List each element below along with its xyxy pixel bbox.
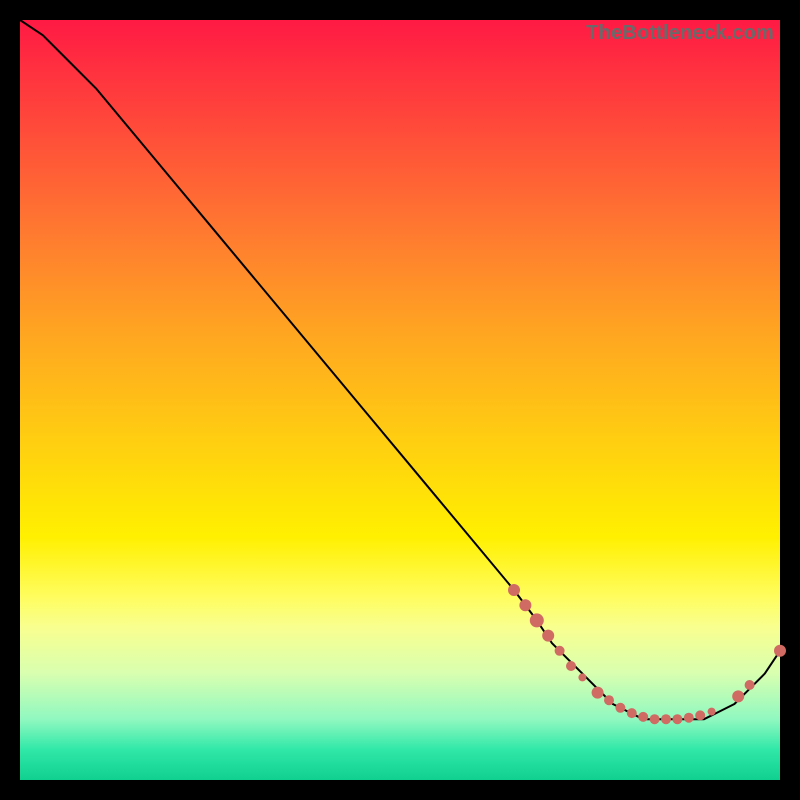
data-point [530, 613, 544, 627]
data-point [774, 645, 786, 657]
data-point [732, 690, 744, 702]
data-point [519, 599, 531, 611]
data-point [555, 646, 565, 656]
data-point [627, 708, 637, 718]
data-point [604, 695, 614, 705]
data-point [695, 710, 705, 720]
series-curve [20, 20, 780, 719]
data-point [638, 712, 648, 722]
data-point [684, 713, 694, 723]
data-point [745, 680, 755, 690]
data-point [650, 714, 660, 724]
chart-area: TheBottleneck.com [20, 20, 780, 780]
data-point [708, 708, 716, 716]
data-point [566, 661, 576, 671]
data-point [578, 673, 586, 681]
data-point [615, 703, 625, 713]
data-point [672, 714, 682, 724]
data-point [508, 584, 520, 596]
data-point [661, 714, 671, 724]
data-markers [508, 584, 786, 724]
chart-svg [20, 20, 780, 780]
data-point [592, 687, 604, 699]
data-point [542, 630, 554, 642]
